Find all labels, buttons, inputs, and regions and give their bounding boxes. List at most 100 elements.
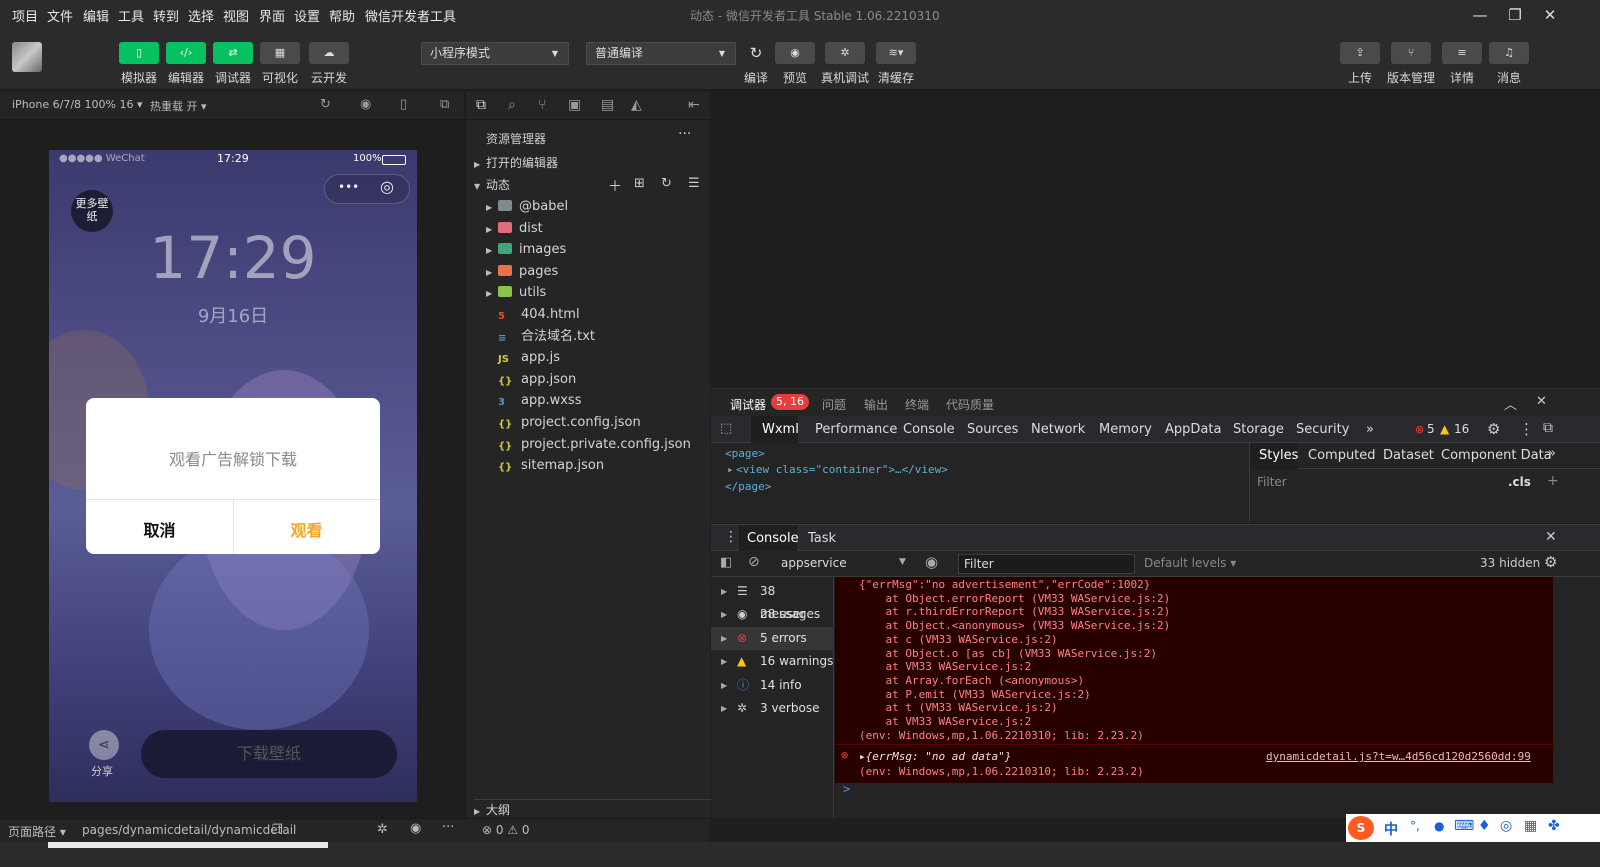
tab-appdata[interactable]: AppData [1165,422,1221,437]
file-item[interactable]: JS app.js [486,347,560,368]
hot-reload-toggle[interactable]: 热重载 开 ▾ [150,98,207,114]
docker-icon[interactable]: ◭ [631,97,642,113]
close-icon[interactable]: ✕ [1545,529,1557,545]
popout-icon[interactable]: ⧉ [440,97,449,112]
folder-item[interactable]: ▶ images [486,239,566,260]
files-icon[interactable]: ⧉ [476,97,486,113]
folder-item[interactable]: ▶ dist [486,218,543,239]
watch-button[interactable]: 观看 [233,517,380,541]
sidebar-item-info[interactable]: ▶ ⓘ 14 info [711,674,834,697]
reload-icon[interactable]: ↻ [320,97,331,112]
sidebar-item-warnings[interactable]: ▶ ▲ 16 warnings [711,650,834,673]
menu-file[interactable]: 文件 [47,6,73,25]
sidebar-item-errors[interactable]: ▶ ⊗ 5 errors [711,627,834,650]
tab-code-quality[interactable]: 代码质量 [946,396,994,413]
menu-view[interactable]: 视图 [223,6,249,25]
console-filter-input[interactable]: Filter [958,554,1135,574]
console-prompt[interactable]: > [843,782,850,796]
file-item[interactable]: {} app.json [486,369,576,390]
tab-component-data[interactable]: Component Data [1441,448,1552,463]
outline-section[interactable]: ▶ 大纲 [474,799,711,820]
ime-punct[interactable]: °, [1410,819,1420,833]
upload-icon[interactable]: ⇪ [1340,42,1380,64]
menu-help[interactable]: 帮助 [329,6,355,25]
sidebar-item-messages[interactable]: ▶ ☰ 38 messages [711,580,834,621]
levels-select[interactable]: Default levels ▾ [1144,556,1236,570]
tab-memory[interactable]: Memory [1099,422,1152,437]
stack-frame[interactable]: at Object.errorReport (VM33 WAService.js… [859,592,1170,605]
stack-frame[interactable]: at VM33 WAService.js:2 [859,715,1031,728]
cancel-button[interactable]: 取消 [86,517,233,541]
game-icon[interactable]: ◎ [1500,818,1512,834]
code-icon[interactable]: ‹/› [166,42,206,64]
stop-icon[interactable]: ◉ [360,97,371,112]
tab-console-drawer[interactable]: Console [747,531,799,546]
stack-frame[interactable]: at Object.<anonymous> (VM33 WAService.js… [859,619,1170,632]
tab-wxml[interactable]: Wxml [762,422,799,437]
collapse-panel-icon[interactable]: ⇤ [688,97,700,113]
bell-icon[interactable]: ♫ [1489,42,1529,64]
menu-edit[interactable]: 编辑 [83,6,109,25]
file-item[interactable]: 5 404.html [486,304,580,325]
cls-toggle[interactable]: .cls [1508,475,1531,489]
add-rule-icon[interactable]: + [1547,473,1559,489]
stack-frame[interactable]: at Array.forEach (<anonymous>) [859,674,1084,687]
error2-text[interactable]: ▸{errMsg: "no ad data"} [859,750,1011,763]
page-path-select[interactable]: 页面路径 ▾ [8,823,66,840]
menu-interface[interactable]: 界面 [259,6,285,25]
more-icon[interactable]: ••• [338,180,359,194]
device-select[interactable]: iPhone 6/7/8 100% 16 ▾ [12,98,143,111]
microphone-icon[interactable]: ● [1434,819,1444,833]
wxml-node[interactable]: </page> [725,480,771,493]
file-item[interactable]: 3 app.wxss [486,390,581,411]
more-icon[interactable]: ··· [678,126,691,142]
refresh-icon[interactable]: ↻ [736,42,776,64]
mode-select[interactable]: 小程序模式 ▼ [421,42,569,65]
stack-frame[interactable]: at Object.o [as cb] (VM33 WAService.js:2… [859,647,1157,660]
toolbox-icon[interactable]: ✤ [1548,818,1560,834]
stack-frame[interactable]: at c (VM33 WAService.js:2) [859,633,1057,646]
menu-icon[interactable]: ≡ [1442,42,1482,64]
kebab-icon[interactable]: ⋮ [1519,420,1534,438]
stack-frame[interactable]: at r.thirdErrorReport (VM33 WAService.js… [859,605,1170,618]
avatar[interactable] [12,42,42,72]
sidebar-item-user-messages[interactable]: ▶◉28 user mes... [711,603,834,644]
storage-icon[interactable]: ▤ [601,97,614,113]
menu-wechat-devtools[interactable]: 微信开发者工具 [365,6,456,25]
clear-console-icon[interactable]: ⊘ [748,554,760,570]
maximize-icon[interactable]: ❐ [1500,4,1530,26]
layers-icon[interactable]: ≋▾ [876,42,916,64]
more-tabs-icon[interactable]: » [1548,446,1556,461]
open-editors-section[interactable]: ▶ 打开的编辑器 [474,153,558,174]
tab-sources[interactable]: Sources [967,422,1018,437]
tab-dataset[interactable]: Dataset [1383,448,1434,463]
minimize-icon[interactable]: — [1465,4,1495,26]
sidebar-item-verbose[interactable]: ▶ ✲ 3 verbose [711,697,834,720]
context-select[interactable]: appservice ▼ [775,554,907,574]
close-circle-icon[interactable]: ◎ [380,177,394,196]
tab-network[interactable]: Network [1031,422,1085,437]
menu-select[interactable]: 选择 [188,6,214,25]
apps-icon[interactable]: ▦ [1524,818,1537,834]
problems-indicator[interactable]: ⊗ 0 ⚠ 0 [482,823,530,837]
refresh-icon[interactable]: ↻ [661,176,672,191]
branch-icon[interactable]: ⑂ [1391,42,1431,64]
eye-icon[interactable]: ◉ [410,821,421,836]
tab-output[interactable]: 输出 [864,396,888,413]
undock-icon[interactable]: ⧉ [1543,420,1553,436]
ime-lang[interactable]: 中 [1384,819,1398,839]
phone-icon[interactable]: ▯ [119,42,159,64]
skin-icon[interactable]: ♦ [1478,818,1491,834]
copy-icon[interactable]: ❐ [272,822,283,836]
folder-item[interactable]: ▶ @babel [486,196,568,217]
file-item[interactable]: {} project.config.json [486,412,641,433]
keyboard-icon[interactable]: ⌨ [1454,818,1474,834]
stack-frame[interactable]: at t (VM33 WAService.js:2) [859,701,1057,714]
capsule-menu[interactable]: ••• ◎ [324,174,410,204]
new-file-icon[interactable]: ＋ [608,176,622,196]
tab-security[interactable]: Security [1296,422,1349,437]
menu-tools[interactable]: 工具 [118,6,144,25]
share-icon[interactable]: ⋖ [89,730,119,760]
menu-project[interactable]: 项目 [12,6,38,25]
chevron-up-icon[interactable]: ︿ [1504,394,1517,413]
